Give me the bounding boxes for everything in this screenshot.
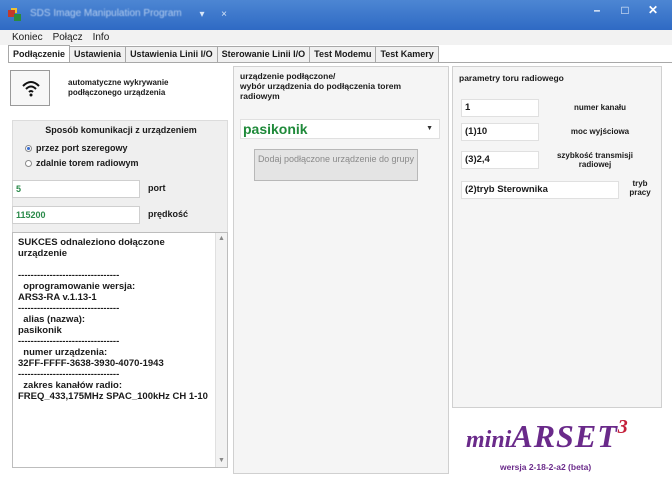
brand-sup: 3 [617,416,628,438]
brand-mini: mini [466,427,512,453]
radio-unchecked-icon [25,160,32,167]
channel-label: numer kanału [573,103,626,112]
minimize-button[interactable]: – [584,0,610,22]
quick-close-icon[interactable]: × [218,9,230,21]
version-label: wersja 2-18-2-a2 (beta) [500,462,592,472]
radio-checked-icon [25,145,32,152]
radio-params-title: parametry toru radiowego [459,73,564,83]
add-to-group-button[interactable]: Dodaj podłączone urządzenie do grupy [254,149,418,181]
menu-polacz[interactable]: Połącz [53,32,83,43]
window-title: SDS Image Manipulation Program [30,8,182,19]
mode-field[interactable]: (2)tryb Sterownika [461,181,619,199]
menu-info[interactable]: Info [93,32,110,43]
tab-ustawienia-linii[interactable]: Ustawienia Linii I/O [125,46,218,62]
tab-test-kamery[interactable]: Test Kamery [375,46,439,62]
rate-label: szybkość transmisji radiowej [556,151,634,169]
device-log-text: SUKCES odnaleziono dołączone urządzenie … [18,237,208,402]
tab-test-modemu[interactable]: Test Modemu [309,46,377,62]
menu-koniec[interactable]: Koniec [12,32,43,43]
tab-podlaczenie[interactable]: Podłączenie [8,45,71,62]
mode-label: tryb pracy [629,179,651,197]
scroll-down-icon[interactable]: ▼ [216,455,227,467]
speed-field[interactable]: 115200 [12,206,140,224]
title-bar: SDS Image Manipulation Program ▾ × – □ ✕ [0,0,672,30]
radio-remote[interactable]: zdalnie torem radiowym [25,158,215,168]
maximize-button[interactable]: □ [612,0,638,22]
tab-strip: Podłączenie Ustawienia Ustawienia Linii … [8,45,439,62]
pin-icon[interactable]: ▾ [196,9,208,21]
close-button[interactable]: ✕ [640,0,666,22]
device-label: urządzenie podłączone/ wybór urządzenia … [240,71,402,101]
device-log[interactable]: SUKCES odnaleziono dołączone urządzenie … [12,232,228,468]
comm-method-title: Sposób komunikacji z urządzeniem [45,125,197,135]
app-icon[interactable] [8,8,22,22]
auto-detect-button[interactable] [10,70,50,106]
device-select[interactable]: pasikonik ▼ [240,119,440,139]
wifi-icon [22,81,40,97]
speed-label: prędkość [148,209,189,219]
tab-ustawienia[interactable]: Ustawienia [69,46,127,62]
tab-sterowanie-linii[interactable]: Sterowanie Linii I/O [216,46,311,62]
port-field[interactable]: 5 [12,180,140,198]
log-scrollbar[interactable]: ▲ ▼ [215,233,227,467]
brand-logo: miniARSET3 [466,416,628,455]
brand-arset: ARSET [511,418,618,454]
port-label: port [148,183,166,193]
device-select-value: pasikonik [243,121,308,137]
menu-bar: Koniec Połącz Info [0,30,672,45]
dropdown-arrow-icon[interactable]: ▼ [426,125,433,132]
radio-params-panel: parametry toru radiowego 1 numer kanału … [452,66,662,408]
channel-field[interactable]: 1 [461,99,539,117]
brand-area: miniARSET3 wersja 2-18-2-a2 (beta) [456,408,662,478]
rate-field[interactable]: (3)2,4 [461,151,539,169]
radio-serial-label: przez port szeregowy [36,143,128,153]
radio-remote-label: zdalnie torem radiowym [36,158,139,168]
power-field[interactable]: (1)10 [461,123,539,141]
power-label: moc wyjściowa [570,127,630,136]
connection-panel: automatyczne wykrywanie podłączonego urz… [10,66,230,474]
scroll-up-icon[interactable]: ▲ [216,233,227,245]
radio-serial[interactable]: przez port szeregowy [25,143,215,153]
device-panel: urządzenie podłączone/ wybór urządzenia … [233,66,449,474]
auto-detect-label: automatyczne wykrywanie podłączonego urz… [68,78,169,97]
